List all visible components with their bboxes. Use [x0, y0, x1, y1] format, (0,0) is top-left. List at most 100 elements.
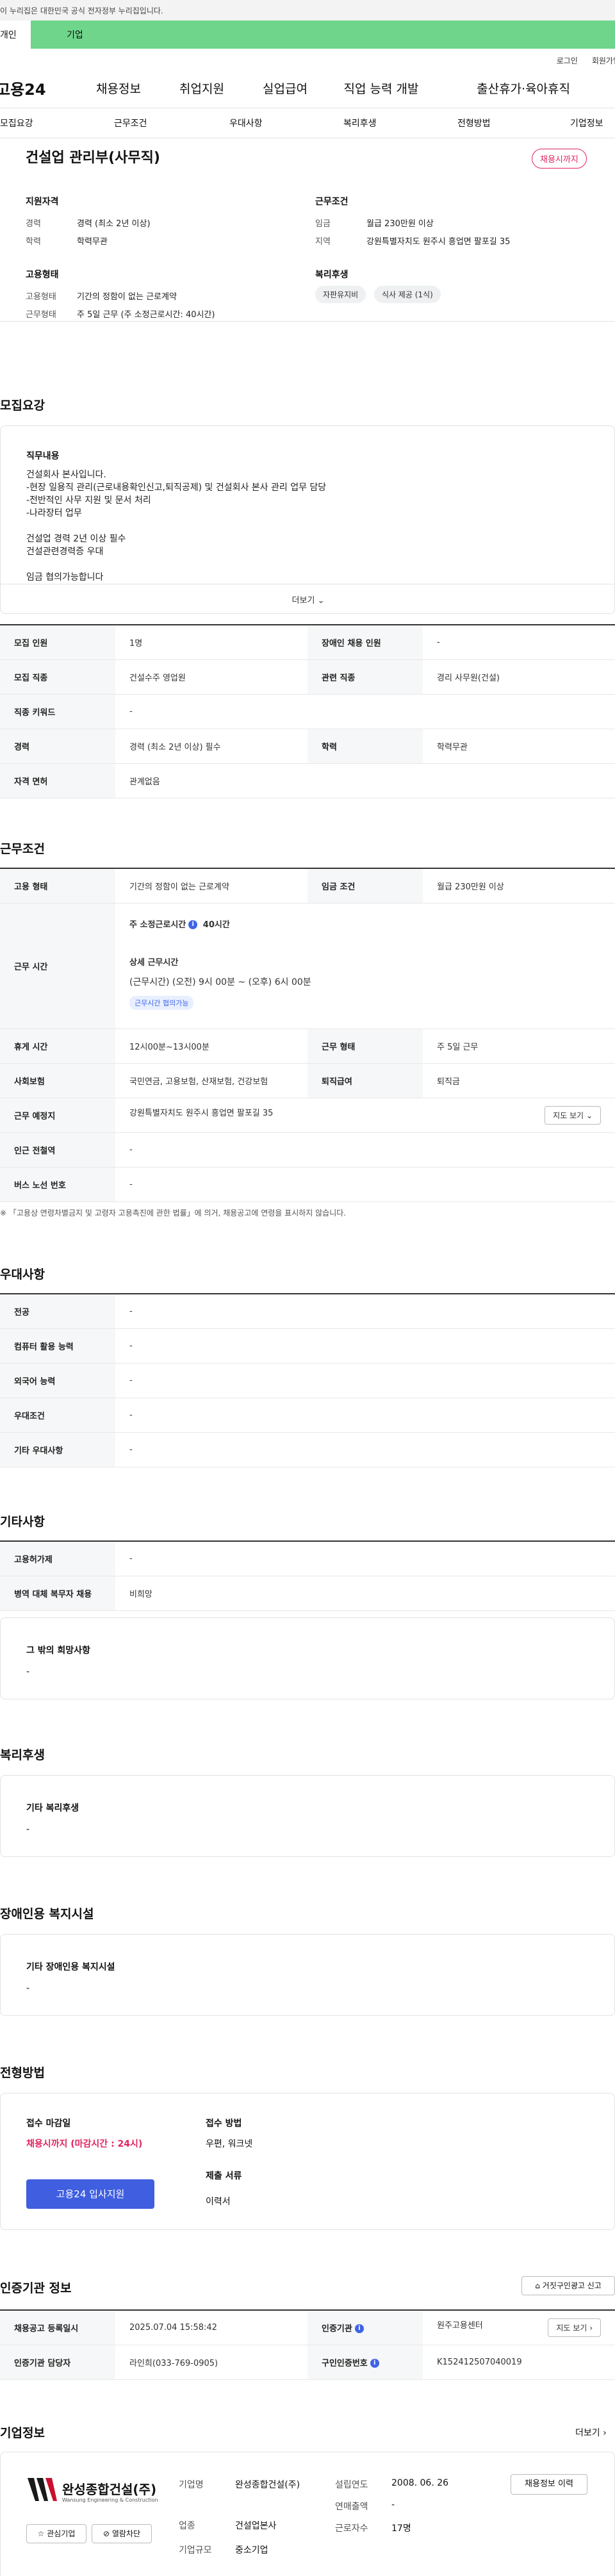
table-row: 채용공고 등록일시 2025.07.04 15:58:42 인증기관 i 원주고용…: [0, 2309, 615, 2345]
table-cell: 건설수주 영업원: [115, 659, 308, 695]
table-cell: 원주고용센터 지도 보기 ›: [423, 2309, 615, 2345]
table-head: 장애인 채용 인원: [308, 624, 423, 660]
table-head: 외국어 능력: [0, 1363, 115, 1398]
table-head: 직종 키워드: [0, 694, 115, 729]
pref-heading: 우대사항: [0, 1267, 45, 1282]
disab-box: 기타 장애인용 복지시설 -: [0, 1934, 615, 2016]
more-label: 더보기: [291, 596, 315, 606]
duty-more-button[interactable]: 더보기 ⌄: [1, 584, 615, 613]
anchor-preference[interactable]: 우대사항: [229, 117, 263, 129]
table-head: 인증기관 담당자: [0, 2345, 115, 2380]
career-value: 경력 (최소 2년 이상): [77, 219, 151, 229]
worktype-label: 근무형태: [26, 310, 56, 320]
emptype-value: 기간의 정함이 없는 근로계약: [77, 292, 177, 302]
anchor-process[interactable]: 전형방법: [457, 117, 491, 129]
table-head: 퇴직급여: [308, 1063, 423, 1098]
table-cell: 라인희(033-769-0905): [115, 2345, 308, 2380]
table-head: 고용 형태: [0, 868, 115, 904]
apply-button[interactable]: 고용24 입사지원: [26, 2179, 154, 2209]
fav-company-button[interactable]: ☆ 관심기업: [26, 2524, 86, 2543]
tab-company[interactable]: 기업: [31, 21, 615, 49]
nav-unemployment[interactable]: 실업급여: [243, 79, 327, 97]
table-row: 고용 형태 기간의 정함이 없는 근로계약 임금 조건 월급 230만원 이상: [0, 868, 615, 904]
hours-detail-title: 상세 근무시간: [129, 957, 179, 968]
table-head: 사회보험: [0, 1063, 115, 1098]
nav-employment-support[interactable]: 취업지원: [160, 79, 243, 97]
process-box: 접수 마감일 채용시까지 (마감시간 : 24시) 고용24 입사지원 접수 방…: [0, 2093, 615, 2230]
agency-heading: 인증기관 정보: [0, 2281, 72, 2295]
chevron-right-icon: ›: [589, 2323, 593, 2332]
table-row: 인근 전철역 -: [0, 1132, 615, 1168]
table-head: 근무 시간: [0, 903, 115, 1029]
table-cell: 1명: [115, 624, 308, 660]
nav-jobs[interactable]: 채용정보: [77, 79, 160, 97]
info-icon[interactable]: i: [370, 2359, 379, 2368]
table-row: 병역 대체 복무자 채용 비희망: [0, 1576, 615, 1611]
est-label: 설립연도: [335, 2480, 368, 2490]
job-title-row: 건설업 관리부(사무직) 채용시까지: [0, 138, 615, 174]
report-button[interactable]: ⌂ 거짓구인광고 신고: [521, 2276, 615, 2295]
table-row: 인증기관 담당자 라인희(033-769-0905) 구인인증번호 i K1524…: [0, 2345, 615, 2380]
disab-box-value: -: [26, 1983, 30, 1994]
cond-title: 근무조건: [315, 197, 348, 207]
anchor-company[interactable]: 기업정보: [570, 117, 603, 129]
history-button[interactable]: 채용정보 이력: [511, 2474, 587, 2495]
table-head: 병역 대체 복무자 채용: [0, 1576, 115, 1611]
table-row: 직종 키워드 -: [0, 694, 615, 729]
company-box: 완성종합건설(주) Wansung Engineering & Construc…: [0, 2452, 615, 2576]
table-head: 자격 면허: [0, 763, 115, 798]
hours-tag: 근무시간 협의가능: [129, 995, 194, 1010]
signup-link[interactable]: 회원가입: [592, 55, 615, 68]
tab-personal[interactable]: 개인: [0, 21, 31, 49]
table-head: 인근 전철역: [0, 1132, 115, 1168]
user-type-tabs: 개인 기업: [0, 21, 615, 49]
etc-box-title: 그 밖의 희망사항: [26, 1646, 90, 1656]
nav-training[interactable]: 직업 능력 개발: [327, 79, 436, 97]
table-head: 관련 직종: [308, 659, 423, 695]
est-value: 2008. 06. 26: [391, 2478, 449, 2488]
site-logo[interactable]: 고용24: [0, 77, 79, 99]
table-cell: -: [115, 1167, 615, 1202]
gov-banner-text: 이 누리집은 대한민국 공식 전자정부 누리집입니다.: [0, 6, 163, 15]
info-icon[interactable]: i: [354, 2324, 364, 2334]
fav-label: 관심기업: [47, 2529, 76, 2538]
org-value: 원주고용센터: [437, 2320, 483, 2331]
anchor-work[interactable]: 근무조건: [114, 117, 147, 129]
disab-box-title: 기타 장애인용 복지시설: [26, 1962, 115, 1972]
map-label: 지도 보기: [556, 2323, 587, 2332]
hours-week-line: 주 소정근로시간 i 40시간: [129, 918, 601, 930]
deadline-value: 채용시까지 (마감시간 : 24시): [26, 2139, 143, 2149]
table-cell: -: [115, 1398, 615, 1433]
docs-title: 제출 서류: [206, 2171, 242, 2181]
block-label: 열람차단: [111, 2529, 141, 2538]
method-title: 접수 방법: [206, 2118, 242, 2129]
info-icon[interactable]: i: [188, 920, 198, 929]
table-row: 모집 인원 1명 장애인 채용 인원 -: [0, 624, 615, 660]
size-value: 중소기업: [235, 2545, 268, 2555]
table-head: 채용공고 등록일시: [0, 2309, 115, 2345]
table-row: 휴게 시간 12시00분~13시00분 근무 형태 주 5일 근무: [0, 1028, 615, 1064]
gov-banner: 이 누리집은 대한민국 공식 전자정부 누리집입니다.: [0, 0, 615, 21]
map-button[interactable]: 지도 보기 ⌄: [545, 1105, 601, 1125]
table-head: 버스 노선 번호: [0, 1167, 115, 1202]
table-row: 컴퓨터 활용 능력 -: [0, 1328, 615, 1364]
etc-heading: 기타사항: [0, 1515, 45, 1529]
anchor-recruit[interactable]: 모집요강: [0, 117, 33, 129]
edu-label: 학력: [26, 237, 41, 247]
nav-parental-leave[interactable]: 출산휴가·육아휴직: [442, 79, 570, 97]
sales-label: 연매출액: [335, 2502, 368, 2512]
place-value: 강원특별자치도 원주시 흥업면 팔포길 35: [129, 1108, 274, 1118]
sales-value: -: [391, 2500, 395, 2510]
agency-map-button[interactable]: 지도 보기 ›: [548, 2318, 601, 2337]
status-badge: 채용시까지: [532, 149, 587, 169]
table-head: 학력: [308, 729, 423, 764]
disab-heading: 장애인용 복지시설: [0, 1907, 94, 1921]
login-link[interactable]: 로그인: [557, 55, 578, 68]
hours-week-value: 40시간: [202, 920, 230, 930]
anchor-welfare[interactable]: 복리후생: [343, 117, 377, 129]
emp-title: 고용형태: [26, 270, 59, 280]
company-logo-text: 완성종합건설(주): [62, 2482, 157, 2497]
table-cell: -: [115, 1328, 615, 1364]
block-company-button[interactable]: ⊘ 열람차단: [92, 2524, 152, 2543]
company-more-link[interactable]: 더보기 ›: [575, 2426, 607, 2439]
